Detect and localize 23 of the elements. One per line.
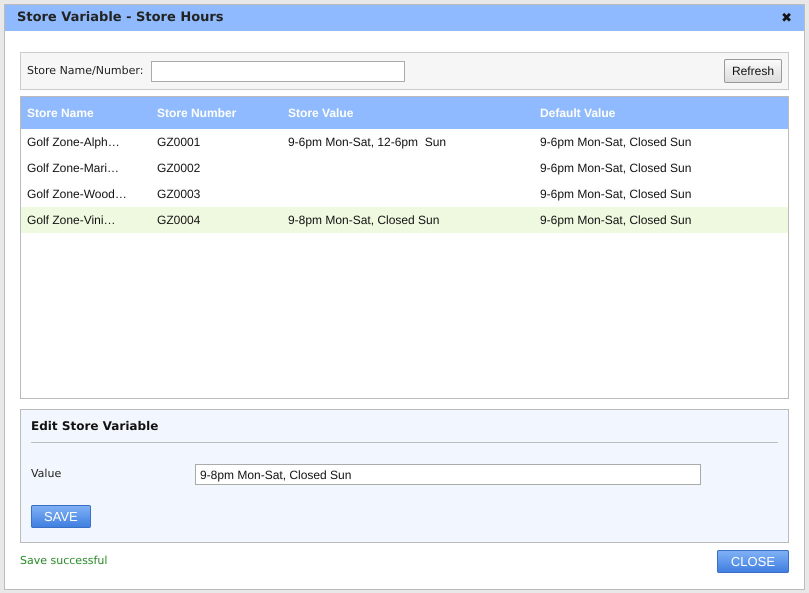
- table-cell-text: Golf Zone-Alph…: [27, 134, 121, 151]
- table-cell-text: 9-6pm Mon-Sat, Closed Sun: [540, 160, 692, 177]
- table-cell-text: 9-6pm Mon-Sat, Closed Sun: [540, 134, 692, 151]
- search-field[interactable]: [151, 60, 406, 82]
- table-cell-text: GZ0002: [157, 160, 202, 177]
- window-title: Store Variable - Store Hours: [17, 9, 224, 28]
- table-cell-text: Golf Zone-Wood…: [27, 186, 128, 203]
- table-cell-text: GZ0003: [157, 186, 202, 203]
- table-cell-text: 9-6pm Mon-Sat, Closed Sun: [540, 212, 692, 229]
- value-field[interactable]: 9-8pm Mon-Sat, Closed Sun: [195, 464, 701, 485]
- table-cell-text: GZ0001: [157, 134, 202, 151]
- refresh-button[interactable]: Refresh: [724, 59, 782, 83]
- table-cell: 9-8pm Mon-Sat, Closed Sun: [288, 213, 440, 227]
- table-cell-text: GZ0004: [157, 212, 202, 229]
- table-cell-text: 9-6pm Mon-Sat, Closed Sun: [540, 186, 692, 203]
- table-cell: 9-6pm Mon-Sat, 12-6pm Sun: [288, 135, 446, 149]
- filter-label: Store Name/Number:: [27, 62, 144, 79]
- status-message: Save successful: [20, 553, 108, 570]
- table-cell-text: Golf Zone-Mari…: [27, 160, 120, 177]
- panel-title: Edit Store Variable: [31, 418, 158, 435]
- table-cell-text: Golf Zone-Vini…: [27, 212, 116, 229]
- value-label: Value: [31, 466, 62, 482]
- table-row[interactable]: Golf Zone-Vini… GZ0004 9-8pm Mon-Sat, Closed Sun 9-6pm Mon-Sat, Closed Sun: [21, 207, 788, 233]
